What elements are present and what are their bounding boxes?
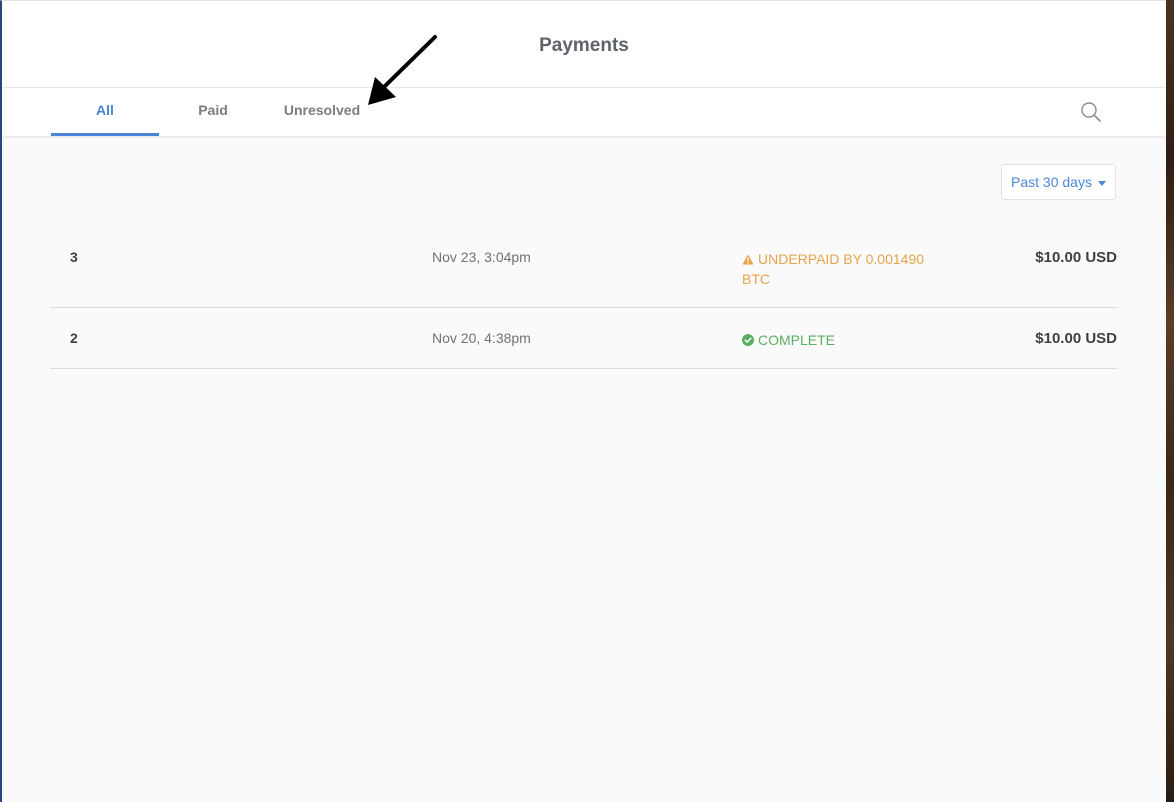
payment-amount: $10.00 USD	[1035, 330, 1117, 347]
caret-down-icon	[1097, 180, 1106, 186]
tab-all[interactable]: All	[51, 88, 159, 136]
search-button[interactable]	[1079, 100, 1103, 124]
page-header: Payments	[2, 1, 1166, 88]
warning-icon	[742, 254, 754, 265]
tab-unresolved[interactable]: Unresolved	[267, 88, 377, 136]
payments-list: 3 Nov 23, 3:04pm UNDERPAID BY 0.001490 B…	[50, 223, 1117, 369]
payment-status-text: COMPLETE	[758, 332, 836, 348]
payment-status: UNDERPAID BY 0.001490 BTC	[742, 249, 932, 289]
tab-paid[interactable]: Paid	[159, 88, 267, 136]
payment-amount: $10.00 USD	[1035, 249, 1117, 266]
desktop-background	[1166, 0, 1174, 802]
date-range-label: Past 30 days	[1011, 174, 1092, 190]
date-range-dropdown[interactable]: Past 30 days	[1001, 164, 1116, 200]
payment-status: COMPLETE	[742, 330, 932, 350]
payment-status-text: UNDERPAID BY 0.001490 BTC	[742, 251, 925, 287]
search-icon	[1081, 102, 1101, 122]
check-circle-icon	[742, 334, 754, 346]
page-title: Payments	[539, 35, 629, 56]
payment-date: Nov 23, 3:04pm	[432, 249, 531, 265]
payment-date: Nov 20, 4:38pm	[432, 330, 531, 346]
payments-window: Payments All Paid Unresolved Past 30 day…	[0, 0, 1166, 802]
payment-id: 3	[70, 249, 78, 265]
payment-row[interactable]: 3 Nov 23, 3:04pm UNDERPAID BY 0.001490 B…	[50, 223, 1117, 308]
payment-row[interactable]: 2 Nov 20, 4:38pm COMPLETE $10.00 USD	[50, 308, 1117, 369]
payment-id: 2	[70, 330, 78, 346]
tab-bar: All Paid Unresolved	[2, 88, 1166, 136]
